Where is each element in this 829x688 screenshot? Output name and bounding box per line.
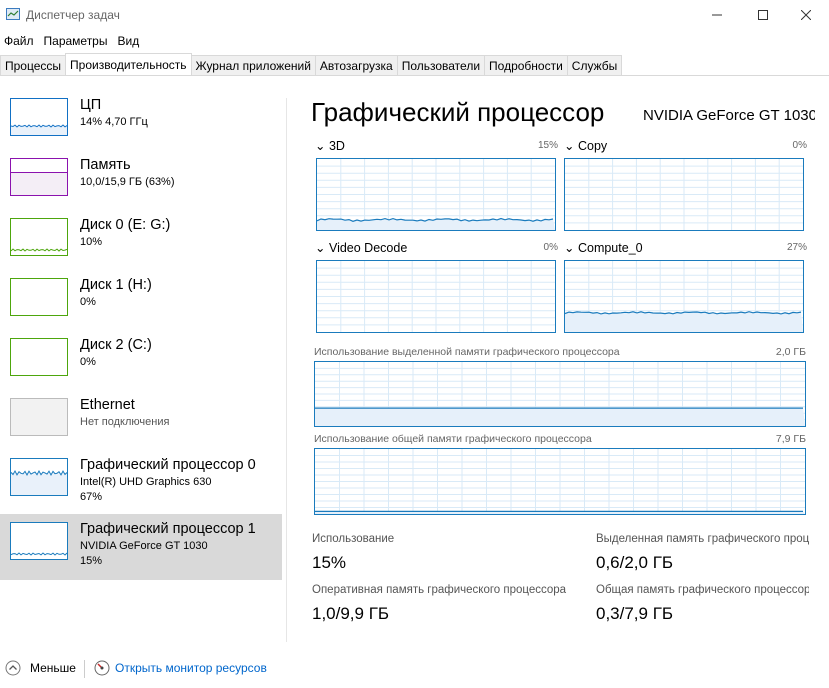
- sidebar-item-detail: Intel(R) UHD Graphics 630: [80, 476, 212, 488]
- sidebar-item-cpu[interactable]: ЦП 14% 4,70 ГГц: [0, 97, 282, 158]
- dedicated-value: 0,6/2,0 ГБ: [596, 553, 674, 572]
- dedicated-mem-max: 2,0 ГБ: [775, 346, 806, 358]
- dedicated-mem-graph: [314, 361, 806, 427]
- ethernet-thumbnail-graph: [10, 398, 68, 436]
- chevron-down-icon: ⌄: [564, 139, 575, 153]
- sidebar-item-disk-1[interactable]: Диск 1 (H:) 0%: [0, 277, 282, 338]
- shared-label: Общая память графического процессора: [596, 584, 809, 596]
- page-title: Графический процессор: [311, 97, 605, 127]
- sidebar-item-detail: Нет подключения: [80, 416, 170, 428]
- shared-mem-max: 7,9 ГБ: [775, 433, 806, 445]
- tab-startup[interactable]: Автозагрузка: [314, 55, 398, 76]
- engine-copy-graph: [564, 158, 804, 231]
- sidebar-item-name: Память: [80, 157, 131, 173]
- sidebar-item-name: ЦП: [80, 97, 102, 113]
- minimize-button[interactable]: [694, 0, 740, 30]
- engine-compute-label[interactable]: ⌄ Compute_0: [564, 240, 643, 255]
- chevron-up-icon: [5, 660, 21, 676]
- gpu-1-thumbnail-graph: [10, 522, 68, 560]
- sidebar-item-detail: 10,0/15,9 ГБ (63%): [80, 176, 175, 188]
- menu-bar: Файл Параметры Вид: [0, 32, 145, 50]
- chevron-down-icon: ⌄: [315, 241, 326, 255]
- gpu-ram-value: 1,0/9,9 ГБ: [312, 604, 390, 623]
- disk-1-thumbnail-graph: [10, 278, 68, 316]
- gpu-ram-label: Оперативная память графического процессо…: [312, 584, 567, 596]
- menu-view[interactable]: Вид: [113, 32, 145, 50]
- shared-mem-graph: [314, 448, 806, 515]
- engine-video-decode-label[interactable]: ⌄ Video Decode: [315, 240, 407, 255]
- resource-monitor-link[interactable]: Открыть монитор ресурсов: [94, 660, 267, 676]
- engine-compute-grid: [565, 261, 803, 332]
- window-title: Диспетчер задач: [26, 8, 120, 22]
- tab-strip: Процессы Производительность Журнал прило…: [0, 53, 623, 76]
- tab-details[interactable]: Подробности: [484, 55, 568, 76]
- sidebar-item-name: Графический процессор 0: [80, 457, 256, 473]
- sidebar-item-name: Диск 1 (H:): [80, 277, 152, 293]
- sidebar-item-detail: 0%: [80, 296, 96, 308]
- menu-options[interactable]: Параметры: [40, 32, 114, 50]
- sidebar-item-name: Диск 2 (C:): [80, 337, 152, 353]
- sidebar-item-detail: 10%: [80, 236, 103, 248]
- engine-3d-grid: [317, 159, 555, 230]
- disk-2-thumbnail-graph: [10, 338, 68, 376]
- shared-mem-grid: [315, 449, 805, 514]
- chevron-down-icon: ⌄: [315, 139, 326, 153]
- sidebar-divider: [286, 98, 287, 642]
- sidebar-item-detail: NVIDIA GeForce GT 1030: [80, 540, 208, 552]
- tab-processes[interactable]: Процессы: [0, 55, 67, 76]
- sidebar-item-usage: 15%: [80, 555, 103, 567]
- task-manager-icon: [6, 8, 20, 20]
- sidebar-item-name: Диск 0 (E: G:): [80, 217, 171, 233]
- sidebar-item-name: Ethernet: [80, 397, 135, 413]
- usage-value: 15%: [312, 553, 347, 572]
- memory-thumbnail-graph: [10, 158, 68, 196]
- less-button[interactable]: Меньше: [5, 660, 76, 676]
- tab-users[interactable]: Пользователи: [396, 55, 486, 76]
- cpu-thumbnail-graph: [10, 98, 68, 136]
- engine-video-decode-graph: [316, 260, 556, 333]
- gpu-0-thumbnail-graph: [10, 458, 68, 496]
- sidebar-item-gpu-0[interactable]: Графический процессор 0 Intel(R) UHD Grap…: [0, 457, 282, 518]
- engine-video-decode-pct: 0%: [543, 242, 558, 253]
- tab-performance[interactable]: Производительность: [65, 53, 192, 76]
- engine-3d-label[interactable]: ⌄ 3D: [315, 138, 345, 153]
- usage-label: Использование: [312, 533, 395, 545]
- sidebar-item-disk-0[interactable]: Диск 0 (E: G:) 10%: [0, 217, 282, 278]
- sidebar-item-detail: 14% 4,70 ГГц: [80, 116, 148, 128]
- sidebar-item-usage: 67%: [80, 491, 103, 503]
- dedicated-mem-label: Использование выделенной памяти графичес…: [314, 346, 620, 358]
- engine-copy-label[interactable]: ⌄ Copy: [564, 138, 607, 153]
- sidebar-item-gpu-1[interactable]: Графический процессор 1 NVIDIA GeForce GT…: [0, 514, 282, 580]
- engine-compute-pct: 27%: [786, 242, 807, 253]
- engine-compute-graph: [564, 260, 804, 333]
- close-button[interactable]: [783, 0, 829, 30]
- maximize-button[interactable]: [740, 0, 786, 30]
- chevron-down-icon: ⌄: [564, 241, 575, 255]
- engine-video-decode-grid: [317, 261, 555, 332]
- engine-copy-pct: 0%: [792, 140, 807, 151]
- engine-3d-graph: [316, 158, 556, 231]
- sidebar-item-disk-2[interactable]: Диск 2 (C:) 0%: [0, 337, 282, 398]
- engine-copy-grid: [565, 159, 803, 230]
- tab-app-history[interactable]: Журнал приложений: [190, 55, 316, 76]
- title-bar: Диспетчер задач: [0, 0, 829, 30]
- sidebar-item-memory[interactable]: Память 10,0/15,9 ГБ (63%): [0, 157, 282, 218]
- tab-divider: [0, 75, 829, 76]
- sidebar-item-detail: 0%: [80, 356, 96, 368]
- resource-monitor-icon: [94, 660, 110, 676]
- footer-divider: [84, 660, 85, 678]
- shared-mem-label: Использование общей памяти графического …: [314, 433, 592, 445]
- disk-0-thumbnail-graph: [10, 218, 68, 256]
- menu-file[interactable]: Файл: [0, 32, 40, 50]
- dedicated-label: Выделенная память графического процессор…: [596, 533, 809, 545]
- gpu-name: NVIDIA GeForce GT 1030: [643, 107, 815, 124]
- shared-value: 0,3/7,9 ГБ: [596, 604, 674, 623]
- dedicated-mem-grid: [315, 362, 805, 426]
- engine-3d-pct: 15%: [537, 140, 558, 151]
- sidebar-item-ethernet[interactable]: Ethernet Нет подключения: [0, 397, 282, 458]
- sidebar-item-name: Графический процессор 1: [80, 521, 256, 537]
- tab-services[interactable]: Службы: [566, 55, 623, 76]
